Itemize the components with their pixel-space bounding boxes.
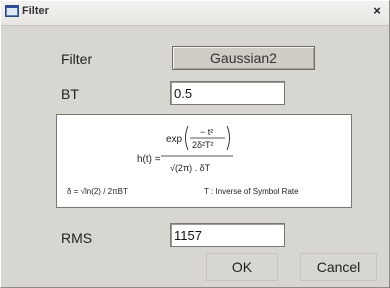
formula-delta-definition: δ = √ln(2) / 2πBT [67,187,128,196]
formula-lhs: h(t) = [137,154,161,165]
ok-button[interactable]: OK [206,253,278,281]
formula-exp-numerator: − t² [200,127,213,137]
window-app-icon [5,5,19,17]
formula-t-definition: T : Inverse of Symbol Rate [204,187,299,196]
title-bar[interactable]: Filter × [1,1,389,26]
close-icon[interactable]: × [371,4,383,18]
filter-label: Filter [61,51,93,67]
filter-dialog: Filter × Filter Gaussian2 BT h(t) = exp … [0,0,390,288]
rms-label: RMS [61,230,93,246]
bt-label: BT [61,86,79,102]
formula-exp: exp [166,134,183,145]
window-title: Filter [22,5,49,17]
bt-input[interactable] [170,81,285,105]
formula-denominator: √(2π) . δT [170,163,211,173]
formula-exp-denominator: 2δ²T² [192,140,214,150]
formula-panel: h(t) = exp − t² 2δ²T² √(2π) . δT δ = √ln… [56,114,352,208]
filter-type-button[interactable]: Gaussian2 [172,46,315,70]
cancel-button[interactable]: Cancel [300,253,377,281]
rms-input[interactable] [170,223,285,247]
gaussian-formula: h(t) = exp − t² 2δ²T² √(2π) . δT δ = √ln… [67,125,299,196]
